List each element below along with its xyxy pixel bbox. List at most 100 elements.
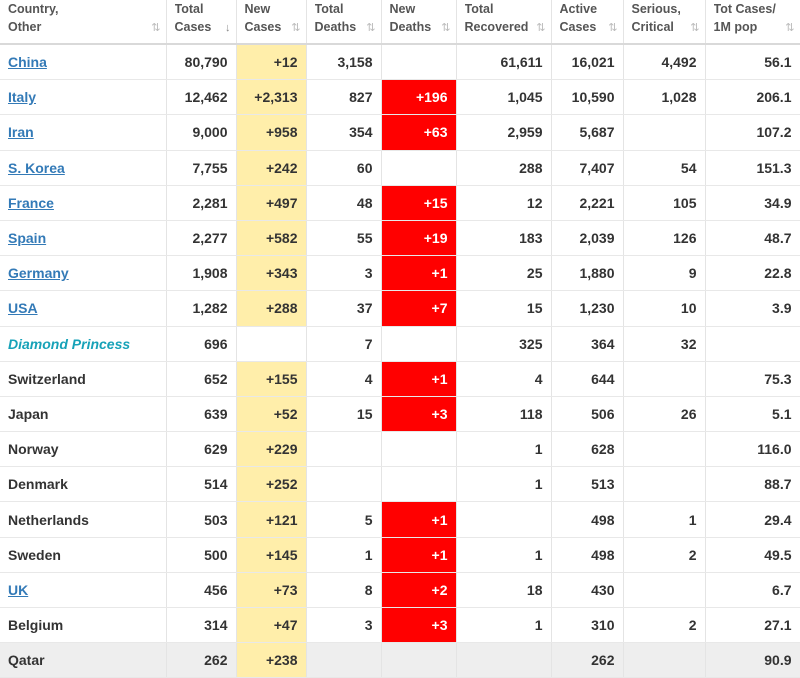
sort-icon[interactable]: ⇅ [536, 19, 545, 37]
new-deaths-cell [381, 431, 457, 468]
new-cases-cell: +238 [236, 642, 307, 678]
serious-cell [623, 572, 706, 609]
active-cases-cell: 644 [551, 361, 624, 397]
header-label-line1: Country, [8, 2, 59, 16]
country-cell: Sweden [0, 537, 167, 573]
serious-cell: 1 [623, 501, 706, 538]
sort-icon[interactable]: ⇅ [441, 19, 450, 37]
sort-icon[interactable]: ⇅ [291, 19, 300, 37]
country-name: Japan [8, 405, 49, 422]
country-link[interactable]: Italy [8, 89, 36, 105]
per-million-cell: 116.0 [705, 431, 800, 468]
per-million-cell: 34.9 [705, 185, 800, 221]
table-row: S. Korea 7,755 +242 60 288 7,407 54 151.3 [0, 150, 800, 186]
total-cases-cell: 1,282 [166, 290, 237, 327]
country-cell: Norway [0, 431, 167, 468]
recovered-cell: 15 [456, 290, 552, 327]
new-deaths-cell: +3 [381, 396, 457, 433]
header-row: Country, Other ⇅ Total Cases ↓ New Cases ⇅ Total D… [0, 0, 800, 45]
country-cell: Belgium [0, 607, 167, 644]
active-cases-cell: 2,039 [551, 220, 624, 257]
sort-icon[interactable]: ⇅ [690, 19, 699, 37]
total-cases-cell: 639 [166, 396, 237, 433]
country-link[interactable]: S. Korea [8, 160, 65, 176]
ship-name: Diamond Princess [8, 335, 131, 352]
column-header-serious-critical[interactable]: Serious, Critical ⇅ [623, 0, 706, 45]
column-header-new-deaths[interactable]: New Deaths ⇅ [381, 0, 457, 45]
table-row: Denmark 514 +252 1 513 88.7 [0, 466, 800, 503]
total-deaths-cell: 48 [306, 185, 382, 221]
active-cases-cell: 430 [551, 572, 624, 609]
recovered-cell: 1 [456, 607, 552, 644]
total-cases-cell: 80,790 [166, 44, 237, 81]
sort-desc-icon[interactable]: ↓ [225, 19, 231, 37]
country-link[interactable]: UK [8, 582, 28, 598]
country-link[interactable]: Germany [8, 265, 69, 281]
sort-icon[interactable]: ⇅ [608, 19, 617, 37]
active-cases-cell: 1,880 [551, 255, 624, 292]
country-link[interactable]: China [8, 54, 47, 70]
sort-icon[interactable]: ⇅ [366, 19, 375, 37]
column-header-cases-per-million[interactable]: Tot Cases/1M pop ⇅ [705, 0, 800, 45]
recovered-cell: 4 [456, 361, 552, 397]
new-cases-cell: +155 [236, 361, 307, 397]
header-label-line2: Other [8, 20, 42, 34]
total-cases-cell: 514 [166, 466, 237, 503]
country-cell: Netherlands [0, 501, 167, 538]
table-row: Spain 2,277 +582 55 +19 183 2,039 126 48.7 [0, 220, 800, 257]
total-deaths-cell [306, 431, 382, 468]
new-deaths-cell: +63 [381, 114, 457, 151]
column-header-country[interactable]: Country, Other ⇅ [0, 0, 167, 45]
header-label-line1: New [389, 2, 416, 16]
active-cases-cell: 506 [551, 396, 624, 433]
total-cases-cell: 9,000 [166, 114, 237, 151]
country-cell: France [0, 185, 167, 221]
new-deaths-cell: +3 [381, 607, 457, 644]
total-deaths-cell: 55 [306, 220, 382, 257]
recovered-cell: 325 [456, 326, 552, 362]
column-header-total-recovered[interactable]: Total Recovered ⇅ [456, 0, 552, 45]
table-row: Germany 1,908 +343 3 +1 25 1,880 9 22.8 [0, 255, 800, 292]
country-link[interactable]: USA [8, 300, 38, 316]
header-label-line2: Recovered [464, 20, 529, 34]
column-header-active-cases[interactable]: Active Cases ⇅ [551, 0, 624, 45]
table-row: UK 456 +73 8 +2 18 430 6.7 [0, 572, 800, 609]
serious-cell [623, 361, 706, 397]
recovered-cell: 1 [456, 466, 552, 503]
total-deaths-cell: 15 [306, 396, 382, 433]
new-cases-cell: +582 [236, 220, 307, 257]
table-row: USA 1,282 +288 37 +7 15 1,230 10 3.9 [0, 290, 800, 327]
recovered-cell: 183 [456, 220, 552, 257]
country-link[interactable]: France [8, 195, 54, 211]
country-name: Belgium [8, 617, 64, 634]
serious-cell [623, 431, 706, 468]
new-cases-cell [236, 326, 307, 362]
active-cases-cell: 513 [551, 466, 624, 503]
serious-cell [623, 466, 706, 503]
active-cases-cell: 628 [551, 431, 624, 468]
country-link[interactable]: Spain [8, 230, 46, 246]
total-deaths-cell: 1 [306, 537, 382, 573]
serious-cell: 54 [623, 150, 706, 186]
total-cases-cell: 500 [166, 537, 237, 573]
per-million-cell: 107.2 [705, 114, 800, 151]
table-row: Japan 639 +52 15 +3 118 506 26 5.1 [0, 396, 800, 433]
column-header-total-deaths[interactable]: Total Deaths ⇅ [306, 0, 382, 45]
header-label-line1: Serious, [631, 2, 681, 16]
country-link[interactable]: Iran [8, 124, 34, 140]
table-row: Italy 12,462 +2,313 827 +196 1,045 10,590 1,028… [0, 79, 800, 116]
sort-icon[interactable]: ⇅ [785, 19, 794, 37]
per-million-cell: 88.7 [705, 466, 800, 503]
country-cell: China [0, 44, 167, 81]
recovered-cell [456, 501, 552, 538]
table-body: China 80,790 +12 3,158 61,611 16,021 4,492 56.1… [0, 44, 800, 678]
cases-table: Country, Other ⇅ Total Cases ↓ New Cases ⇅ Total D… [0, 0, 800, 678]
column-header-new-cases[interactable]: New Cases ⇅ [236, 0, 307, 45]
new-deaths-cell [381, 642, 457, 678]
total-deaths-cell: 60 [306, 150, 382, 186]
sort-icon[interactable]: ⇅ [151, 19, 160, 37]
column-header-total-cases[interactable]: Total Cases ↓ [166, 0, 237, 45]
total-deaths-cell: 37 [306, 290, 382, 327]
header-label-line1: Tot Cases/ [713, 2, 776, 16]
country-cell: Italy [0, 79, 167, 116]
